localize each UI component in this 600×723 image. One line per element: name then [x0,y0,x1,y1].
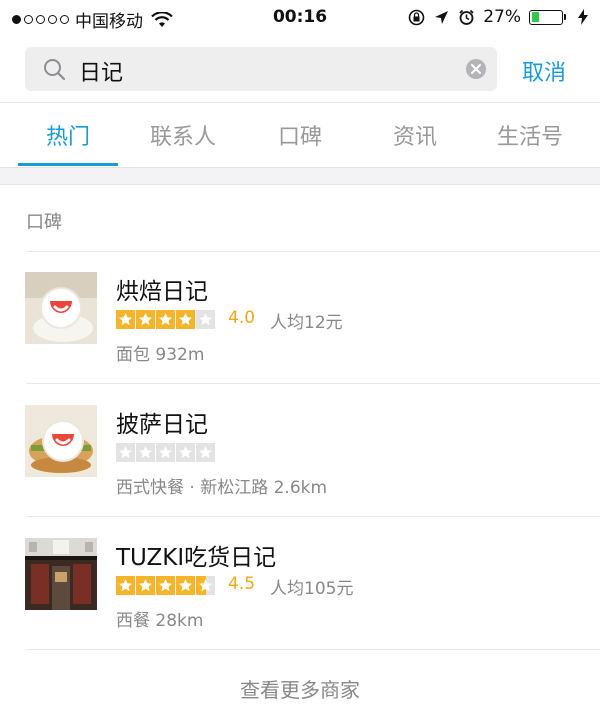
star-icon [156,576,175,595]
active-tab-indicator [18,163,118,166]
tab-hot[interactable]: 热门 [18,119,118,151]
merchant-meta: 面包 932m [116,345,205,365]
rating-score: 4.5 [228,574,256,594]
merchant-thumbnail [25,272,97,344]
view-more-merchants-button[interactable]: 查看更多商家 [0,674,600,703]
divider [26,649,600,650]
search-input[interactable]: 日记 [25,47,497,91]
clear-icon[interactable] [465,58,487,80]
star-icon [136,310,155,329]
merchant-meta: 西餐 28km [116,611,204,631]
star-icon [156,310,175,329]
storefront-photo [25,538,97,610]
list-item[interactable]: 烘焙日记 4.0 人均12元 面包 932m [0,252,600,384]
list-item[interactable]: 披萨日记 西式快餐 · 新松江路 2.6km [0,385,600,517]
tab-contacts[interactable]: 联系人 [133,119,233,151]
star-icon [196,576,215,595]
merchant-name: 烘焙日记 [116,279,208,305]
battery-percent: 27% [483,7,521,27]
rating-score: 4.0 [228,308,256,328]
rotation-lock-icon [408,9,425,25]
section-title: 口碑 [26,212,62,233]
star-icon [156,443,175,462]
tab-reviews[interactable]: 口碑 [250,119,350,151]
merchant-name: TUZKI吃货日记 [116,545,277,571]
section-gap [0,168,600,185]
merchant-thumbnail [25,405,97,477]
tab-life-accounts[interactable]: 生活号 [480,119,580,151]
merchant-name: 披萨日记 [116,412,208,438]
star-icon [116,310,135,329]
star-icon [196,310,215,329]
smile-logo-icon [25,272,97,344]
smile-logo-icon [25,405,97,477]
cancel-button[interactable]: 取消 [522,55,566,87]
star-rating [116,310,215,329]
divider [26,516,600,517]
average-price: 人均12元 [270,313,343,333]
merchant-meta: 西式快餐 · 新松江路 2.6km [116,478,328,498]
star-icon [116,576,135,595]
divider [26,383,600,384]
search-icon [44,59,66,81]
status-right: 27% [408,7,588,27]
star-rating [116,443,215,462]
star-icon [176,576,195,595]
battery-icon [529,9,566,25]
tab-news[interactable]: 资讯 [365,119,465,151]
list-item[interactable]: TUZKI吃货日记 4.5 人均105元 西餐 28km [0,518,600,650]
star-icon [196,443,215,462]
alarm-icon [459,9,474,25]
location-arrow-icon [435,10,449,24]
average-price: 人均105元 [270,579,354,599]
star-icon [136,443,155,462]
search-query-text: 日记 [79,61,124,86]
merchant-thumbnail [25,538,97,610]
status-bar: 中国移动 00:16 27% [0,0,600,36]
star-icon [176,443,195,462]
search-row: 日记 取消 [0,36,600,103]
star-rating [116,576,215,595]
charging-bolt-icon [578,9,588,25]
star-icon [176,310,195,329]
star-icon [116,443,135,462]
category-tabs: 热门 联系人 口碑 资讯 生活号 [0,103,600,168]
star-icon [136,576,155,595]
